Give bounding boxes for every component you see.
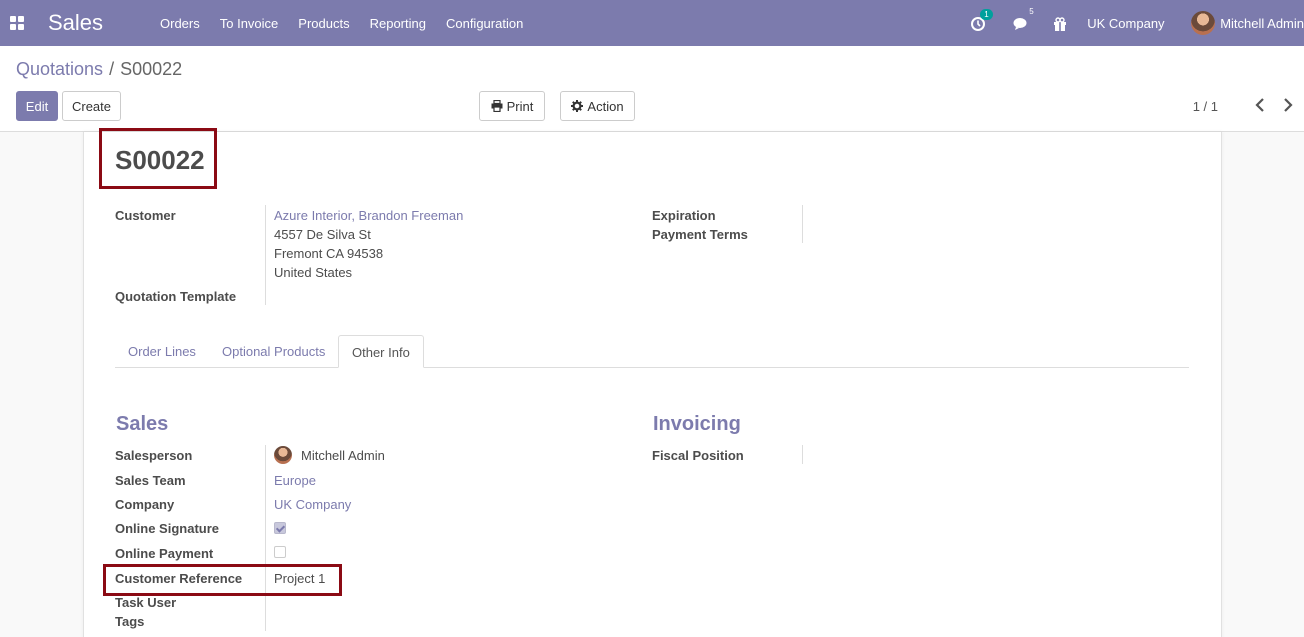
- address-line-1: 4557 De Silva St: [274, 227, 371, 242]
- pager-value[interactable]: 1 / 1: [1193, 99, 1218, 114]
- payment-terms-label: Payment Terms: [652, 227, 748, 242]
- breadcrumb-quotations[interactable]: Quotations: [16, 59, 103, 79]
- menu-products[interactable]: Products: [288, 16, 359, 31]
- online-payment-checkbox[interactable]: [274, 546, 286, 558]
- menu-to-invoice[interactable]: To Invoice: [210, 16, 289, 31]
- tab-other-info[interactable]: Other Info: [338, 335, 424, 368]
- customer-link[interactable]: Azure Interior, Brandon Freeman: [274, 208, 463, 223]
- printer-icon: [491, 100, 503, 112]
- breadcrumb-current: S00022: [120, 59, 183, 79]
- quotation-template-label: Quotation Template: [115, 289, 237, 304]
- tags-label: Tags: [115, 614, 145, 629]
- invoicing-section-title: Invoicing: [653, 413, 741, 435]
- print-button[interactable]: Print: [479, 91, 545, 121]
- action-label: Action: [587, 98, 624, 114]
- document-title: S00022: [115, 145, 205, 175]
- breadcrumb-separator: /: [109, 59, 115, 79]
- create-button[interactable]: Create: [62, 91, 121, 121]
- user-avatar: [1190, 11, 1215, 35]
- tab-order-lines[interactable]: Order Lines: [115, 335, 209, 368]
- online-signature-label: Online Signature: [115, 521, 220, 536]
- chat-icon: [1013, 17, 1027, 30]
- company-switcher[interactable]: UK Company: [1087, 16, 1164, 31]
- task-user-label: Task User: [115, 595, 177, 610]
- gift-icon: [1054, 17, 1067, 31]
- apps-menu-icon[interactable]: [10, 16, 24, 30]
- customer-reference-value[interactable]: Project 1: [274, 571, 325, 586]
- top-navbar: Sales Orders To Invoice Products Reporti…: [0, 0, 1304, 46]
- address-line-3: United States: [274, 265, 353, 280]
- company-link[interactable]: UK Company: [274, 497, 351, 512]
- gear-icon: [571, 100, 584, 112]
- main-menu: Orders To Invoice Products Reporting Con…: [150, 0, 533, 46]
- salesperson-avatar: [274, 446, 292, 464]
- online-signature-checkbox[interactable]: [274, 522, 286, 534]
- pager-next-icon[interactable]: [1283, 98, 1293, 117]
- field-divider: [802, 445, 803, 464]
- edit-button[interactable]: Edit: [16, 91, 58, 121]
- field-divider: [265, 445, 266, 631]
- activity-count-badge: 1: [980, 9, 993, 21]
- menu-reporting[interactable]: Reporting: [360, 16, 436, 31]
- menu-configuration[interactable]: Configuration: [436, 16, 533, 31]
- customer-reference-label: Customer Reference: [115, 571, 243, 586]
- field-divider: [802, 205, 803, 243]
- company-label: Company: [115, 497, 175, 512]
- message-count-badge: 5: [1029, 7, 1034, 17]
- sales-team-label: Sales Team: [115, 473, 186, 488]
- app-name[interactable]: Sales: [48, 10, 103, 36]
- notebook-tabs: Order Lines Optional Products Other Info: [115, 335, 1189, 368]
- address-line-2: Fremont CA 94538: [274, 246, 384, 261]
- gift-menu[interactable]: [1053, 15, 1067, 31]
- messaging-menu[interactable]: 5: [1013, 7, 1034, 31]
- salesperson-value[interactable]: Mitchell Admin: [301, 448, 385, 463]
- breadcrumb: Quotations / S00022: [16, 59, 182, 80]
- customer-label: Customer: [115, 208, 176, 223]
- expiration-label: Expiration: [652, 208, 716, 223]
- user-name: Mitchell Admin: [1220, 15, 1304, 31]
- salesperson-label: Salesperson: [115, 448, 193, 463]
- print-label: Print: [506, 98, 534, 114]
- pager-previous-icon[interactable]: [1255, 98, 1265, 117]
- sales-team-link[interactable]: Europe: [274, 473, 316, 488]
- user-menu[interactable]: Mitchell Admin: [1190, 11, 1304, 35]
- control-panel: Quotations / S00022 Edit Create Print Acti…: [0, 46, 1304, 132]
- online-payment-label: Online Payment: [115, 546, 214, 561]
- activity-menu[interactable]: 1: [971, 9, 993, 31]
- menu-orders[interactable]: Orders: [150, 16, 210, 31]
- tab-optional-products[interactable]: Optional Products: [209, 335, 338, 368]
- fiscal-position-label: Fiscal Position: [652, 448, 744, 463]
- sales-section-title: Sales: [116, 413, 169, 435]
- action-button[interactable]: Action: [560, 91, 635, 121]
- systray: 1 5 UK Company Mitchell Admin: [971, 0, 1304, 46]
- field-divider: [265, 205, 266, 305]
